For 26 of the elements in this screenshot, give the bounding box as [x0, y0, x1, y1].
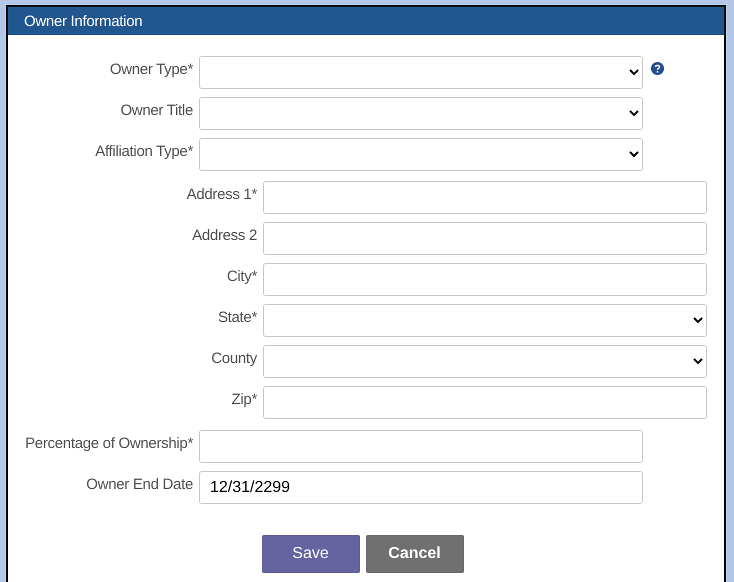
panel-title: Owner Information	[24, 12, 142, 30]
dropdown[interactable]	[199, 97, 643, 130]
field-label: Percentage of Ownership*	[25, 435, 193, 452]
field-label: Owner Title	[120, 102, 193, 119]
field-label: Address 1*	[186, 186, 257, 203]
input-field[interactable]	[263, 181, 707, 214]
dropdown[interactable]	[263, 345, 707, 378]
input-field[interactable]	[263, 263, 707, 296]
help-icon[interactable]	[651, 62, 664, 75]
input-field[interactable]	[199, 430, 643, 463]
field-label: State*	[218, 309, 257, 326]
dropdown[interactable]	[199, 56, 643, 89]
field-label: City*	[226, 268, 257, 285]
input-field[interactable]: 12/31/2299	[199, 471, 643, 504]
field-label: Affiliation Type*	[95, 143, 193, 160]
dropdown[interactable]	[263, 304, 707, 337]
cancel-button[interactable]: Cancel	[366, 535, 464, 573]
field-label: County	[211, 350, 257, 367]
field-label: Owner End Date	[86, 476, 193, 493]
save-button[interactable]: Save	[262, 535, 360, 573]
dropdown[interactable]	[199, 138, 643, 171]
field-label: Owner Type*	[110, 61, 193, 78]
field-label: Address 2	[192, 227, 257, 244]
field-label: Zip*	[232, 391, 257, 408]
input-field[interactable]	[263, 386, 707, 419]
input-field[interactable]	[263, 222, 707, 255]
